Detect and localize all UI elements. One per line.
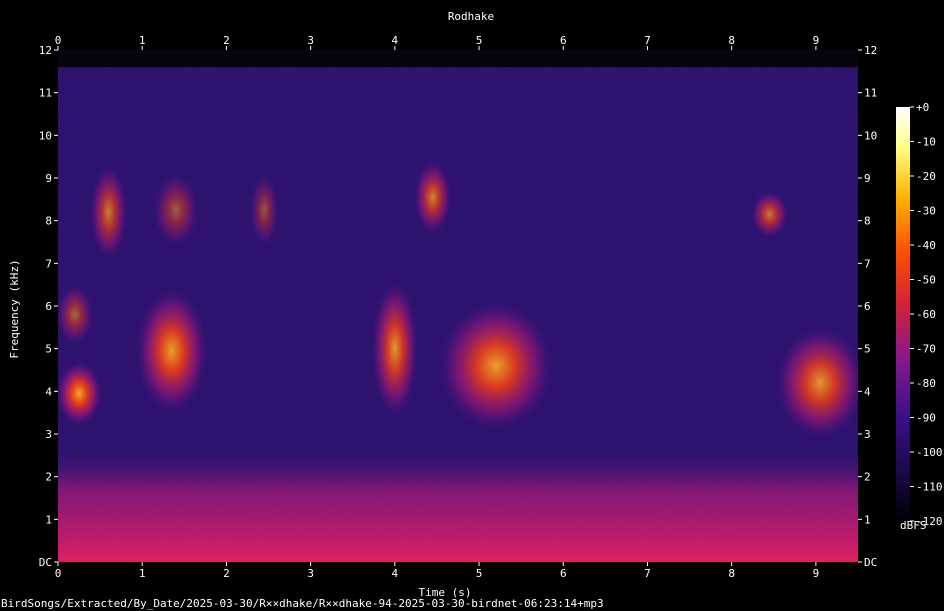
x-tick-bottom-label: 9 (813, 567, 820, 580)
y-tick-left-label: 8 (45, 215, 52, 228)
energy-blob-2 (89, 165, 128, 259)
y-tick-right-label: 9 (864, 172, 871, 185)
colorbar-tick-label: -90 (916, 412, 936, 425)
x-tick-bottom-label: 5 (476, 567, 483, 580)
colorbar-tick-label: -20 (916, 170, 936, 183)
x-tick-top-label: 0 (55, 34, 62, 47)
y-tick-right-label: 1 (864, 513, 871, 526)
energy-blob-1 (58, 284, 94, 345)
energy-blob-4 (153, 174, 199, 246)
x-axis-bottom: 0 1 2 3 4 5 6 7 8 9 (55, 562, 820, 580)
y-tick-left-label: 1 (45, 513, 52, 526)
x-tick-top-label: 3 (307, 34, 314, 47)
energy-blob-7 (414, 161, 452, 234)
colorbar-tick-label: -30 (916, 205, 936, 218)
x-tick-bottom-label: 6 (560, 567, 567, 580)
y-tick-left-label: 9 (45, 172, 52, 185)
x-tick-top-label: 4 (392, 34, 399, 47)
y-tick-right-label: 3 (864, 428, 871, 441)
colorbar-tick-label: +0 (916, 101, 929, 114)
y-tick-right-label: 6 (864, 300, 871, 313)
y-tick-right-label: 4 (864, 385, 871, 398)
y-tick-left-label: 12 (39, 44, 52, 57)
y-axis-label: Frequency (kHz) (8, 259, 21, 358)
noise-floor-band (58, 451, 858, 562)
x-tick-bottom-label: 1 (139, 567, 146, 580)
y-tick-left-label: DC (39, 556, 52, 569)
x-tick-bottom-label: 2 (223, 567, 230, 580)
energy-blob-3 (136, 289, 208, 413)
x-tick-bottom-label: 7 (644, 567, 651, 580)
y-axis-right: DC123456789101112 (858, 44, 877, 569)
colorbar-ticks: +0-10-20-30-40-50-60-70-80-90-100-110-12… (910, 101, 943, 528)
energy-blob-9 (750, 191, 789, 238)
energy-blob-10 (776, 327, 858, 438)
x-tick-top-label: 2 (223, 34, 230, 47)
y-tick-left-label: 11 (39, 87, 52, 100)
x-axis-top: 0 1 2 3 4 5 6 7 8 9 (55, 34, 820, 50)
y-tick-right-label: 2 (864, 471, 871, 484)
y-tick-left-label: 2 (45, 471, 52, 484)
x-tick-top-label: 5 (476, 34, 483, 47)
y-tick-right-label: 5 (864, 343, 871, 356)
y-tick-right-label: 7 (864, 257, 871, 270)
colorbar (896, 107, 910, 521)
x-tick-bottom-label: 0 (55, 567, 62, 580)
x-tick-top-label: 7 (644, 34, 651, 47)
x-tick-top-label: 9 (813, 34, 820, 47)
colorbar-tick-label: -70 (916, 343, 936, 356)
y-tick-right-label: 12 (864, 44, 877, 57)
x-tick-top-label: 1 (139, 34, 146, 47)
colorbar-tick-label: -50 (916, 274, 936, 287)
y-tick-right-label: DC (864, 556, 877, 569)
spectrogram-plot-area (58, 50, 858, 562)
colorbar-tick-label: -80 (916, 377, 936, 390)
x-tick-bottom-label: 8 (728, 567, 735, 580)
y-tick-left-label: 10 (39, 129, 52, 142)
colorbar-tick-label: -60 (916, 308, 936, 321)
y-tick-left-label: 7 (45, 257, 52, 270)
colorbar-tick-label: -100 (916, 446, 943, 459)
colorbar-tick-label: -10 (916, 136, 936, 149)
x-tick-top-label: 8 (728, 34, 735, 47)
y-tick-left-label: 4 (45, 385, 52, 398)
y-tick-right-label: 8 (864, 215, 871, 228)
file-path-footer: BirdSongs/Extracted/By_Date/2025-03-30/R… (1, 597, 604, 610)
spectrogram-chart: 0123456789 0123456789 DC123456789101112 … (8, 10, 943, 599)
x-tick-top-label: 6 (560, 34, 567, 47)
chart-title: Rodhake (448, 10, 494, 23)
energy-blob-0 (58, 361, 102, 426)
energy-blob-5 (249, 174, 279, 246)
colorbar-unit-label: dBFS (900, 519, 927, 532)
x-tick-bottom-label: 3 (307, 567, 314, 580)
y-tick-left-label: 5 (45, 343, 52, 356)
colorbar-gradient (896, 107, 910, 521)
top-band (58, 50, 858, 68)
y-tick-left-label: 6 (45, 300, 52, 313)
colorbar-tick-label: -40 (916, 239, 936, 252)
y-tick-right-label: 11 (864, 87, 877, 100)
y-axis-left: DC123456789101112 (39, 44, 58, 569)
colorbar-tick-label: -110 (916, 481, 943, 494)
y-tick-right-label: 10 (864, 129, 877, 142)
energy-blob-6 (372, 280, 418, 417)
y-tick-left-label: 3 (45, 428, 52, 441)
energy-blob-8 (439, 302, 553, 430)
x-tick-bottom-label: 4 (392, 567, 399, 580)
